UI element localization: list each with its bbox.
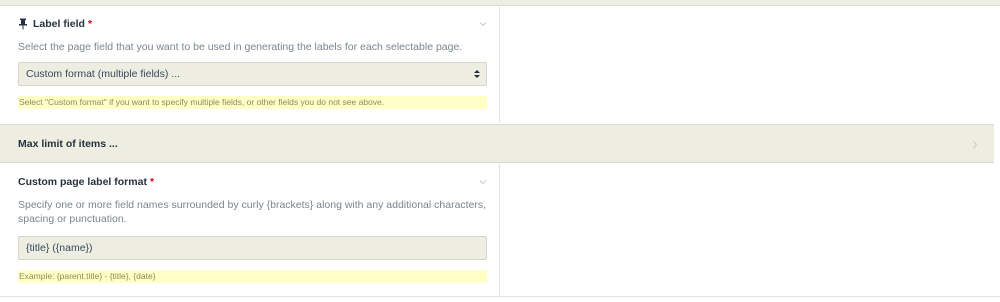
divider (0, 296, 1000, 297)
required-mark: * (87, 18, 93, 30)
chevron-down-icon[interactable] (479, 178, 487, 186)
label-field-selected-option: Custom format (multiple fields) ... (26, 68, 181, 80)
select-arrows-icon (474, 70, 480, 78)
pin-icon (19, 18, 27, 30)
custom-format-title: Custom page label format (18, 176, 147, 188)
label-field-description: Select the page field that you want to b… (18, 41, 463, 53)
custom-format-notes: Example: {parent.title} - {title}, {date… (18, 270, 487, 283)
custom-format-value: {title} ({name}) (26, 242, 93, 254)
label-field-notes: Select "Custom format" if you want to sp… (18, 96, 487, 109)
custom-format-header[interactable]: Custom page label format * (18, 176, 154, 188)
label-field-title: Label field (33, 18, 85, 30)
chevron-down-icon[interactable] (479, 20, 487, 28)
chevron-right-icon (973, 140, 978, 149)
label-field-select[interactable]: Custom format (multiple fields) ... (18, 62, 487, 86)
required-mark: * (149, 176, 155, 188)
label-field-panel: Label field * Select the page field that… (0, 6, 500, 123)
custom-format-input[interactable]: {title} ({name}) (18, 236, 487, 260)
max-limit-panel[interactable]: Max limit of items ... (0, 124, 994, 163)
custom-format-description-line2: spacing or punctuation. (18, 213, 127, 225)
label-field-header[interactable]: Label field * (18, 18, 92, 30)
max-limit-title: Max limit of items ... (18, 138, 118, 150)
custom-format-panel: Custom page label format * Specify one o… (0, 164, 500, 296)
